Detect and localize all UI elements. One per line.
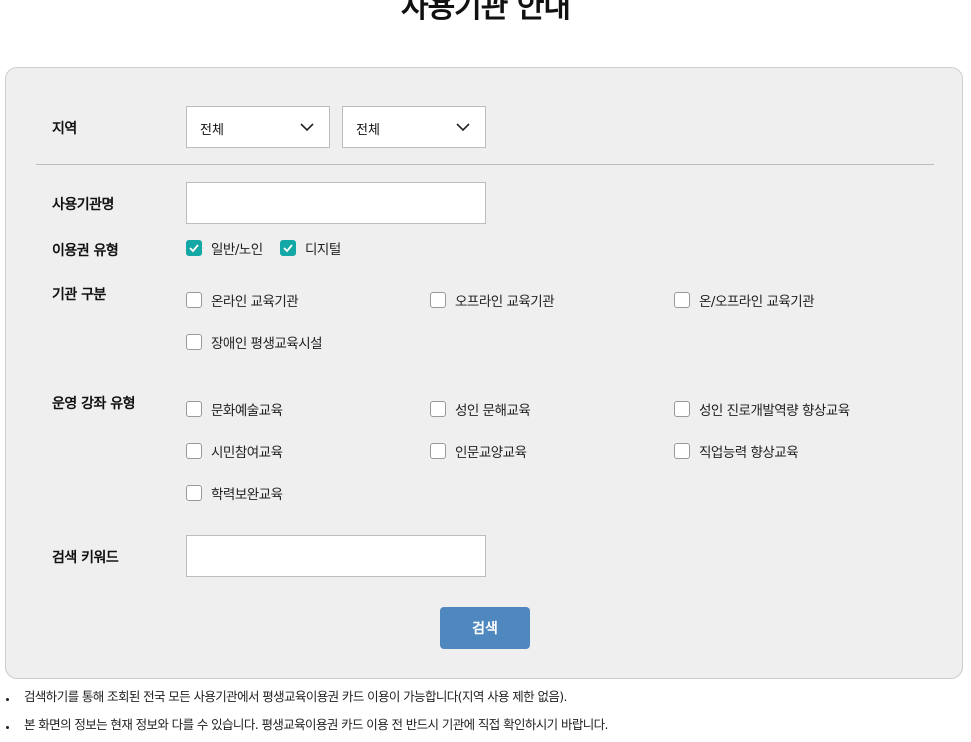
notice-list: 검색하기를 통해 조회된 전국 모든 사용기관에서 평생교육이용권 카드 이용이… bbox=[6, 686, 966, 742]
keyword-input[interactable] bbox=[186, 535, 486, 577]
checkbox-label: 디지털 bbox=[305, 242, 341, 258]
bullet-icon bbox=[6, 698, 9, 701]
checkbox-box[interactable] bbox=[674, 443, 690, 459]
checkbox-box[interactable] bbox=[430, 443, 446, 459]
notice-item: 본 화면의 정보는 현재 정보와 다를 수 있습니다. 평생교육이용권 카드 이… bbox=[6, 714, 966, 742]
region-select-city[interactable]: 전체 bbox=[342, 106, 486, 148]
checkbox-label: 성인 문해교육 bbox=[455, 403, 531, 419]
checkbox-box[interactable] bbox=[186, 401, 202, 417]
checkbox-offline-institution[interactable]: 오프라인 교육기관 bbox=[430, 290, 555, 310]
checkbox-label: 시민참여교육 bbox=[211, 445, 283, 461]
checkbox-vocational[interactable]: 직업능력 향상교육 bbox=[674, 441, 799, 461]
checkbox-general-senior[interactable]: 일반/노인 bbox=[186, 238, 263, 258]
institution-name-label: 사용기관명 bbox=[52, 197, 114, 213]
chevron-down-icon bbox=[456, 123, 470, 132]
checkbox-box[interactable] bbox=[186, 443, 202, 459]
checkbox-disabled-lifelong-facility[interactable]: 장애인 평생교육시설 bbox=[186, 332, 323, 352]
checkbox-label: 온라인 교육기관 bbox=[211, 294, 299, 310]
checkbox-adult-literacy[interactable]: 성인 문해교육 bbox=[430, 399, 531, 419]
checkbox-box[interactable] bbox=[186, 240, 202, 256]
notice-text: 검색하기를 통해 조회된 전국 모든 사용기관에서 평생교육이용권 카드 이용이… bbox=[24, 689, 568, 704]
search-filter-panel: 지역 전체 전체 사용기관명 이용권 유형 일반/노인 디지털 기관 구분 온라… bbox=[5, 67, 963, 679]
voucher-type-label: 이용권 유형 bbox=[52, 243, 119, 259]
checkbox-label: 문화예술교육 bbox=[211, 403, 283, 419]
check-icon bbox=[189, 244, 199, 253]
keyword-label: 검색 키워드 bbox=[52, 550, 119, 566]
checkbox-label: 직업능력 향상교육 bbox=[699, 445, 799, 461]
checkbox-adult-career[interactable]: 성인 진로개발역량 향상교육 bbox=[674, 399, 850, 419]
checkbox-box[interactable] bbox=[430, 401, 446, 417]
region-select-province-value: 전체 bbox=[200, 123, 224, 138]
chevron-down-icon bbox=[300, 123, 314, 132]
checkbox-box[interactable] bbox=[674, 401, 690, 417]
checkbox-label: 인문교양교육 bbox=[455, 445, 527, 461]
checkbox-label: 장애인 평생교육시설 bbox=[211, 336, 323, 352]
checkbox-culture-arts[interactable]: 문화예술교육 bbox=[186, 399, 283, 419]
checkbox-label: 학력보완교육 bbox=[211, 487, 283, 503]
checkbox-on-offline-institution[interactable]: 온/오프라인 교육기관 bbox=[674, 290, 815, 310]
region-select-province[interactable]: 전체 bbox=[186, 106, 330, 148]
institution-name-input[interactable] bbox=[186, 182, 486, 224]
bullet-icon bbox=[6, 726, 9, 729]
checkbox-digital[interactable]: 디지털 bbox=[280, 238, 341, 258]
checkbox-label: 일반/노인 bbox=[211, 242, 263, 258]
checkbox-label: 오프라인 교육기관 bbox=[455, 294, 555, 310]
region-label: 지역 bbox=[52, 121, 77, 137]
divider bbox=[36, 164, 934, 165]
checkbox-box[interactable] bbox=[674, 292, 690, 308]
checkbox-box[interactable] bbox=[186, 485, 202, 501]
checkbox-label: 성인 진로개발역량 향상교육 bbox=[699, 403, 850, 419]
checkbox-humanities[interactable]: 인문교양교육 bbox=[430, 441, 527, 461]
institution-category-label: 기관 구분 bbox=[52, 287, 106, 303]
checkbox-academic-supplement[interactable]: 학력보완교육 bbox=[186, 483, 283, 503]
page-title: 사용기관 안내 bbox=[400, 0, 571, 25]
checkbox-civic-participation[interactable]: 시민참여교육 bbox=[186, 441, 283, 461]
check-icon bbox=[283, 244, 293, 253]
region-select-city-value: 전체 bbox=[356, 123, 380, 138]
notice-text: 본 화면의 정보는 현재 정보와 다를 수 있습니다. 평생교육이용권 카드 이… bbox=[24, 717, 609, 732]
checkbox-box[interactable] bbox=[430, 292, 446, 308]
course-type-label: 운영 강좌 유형 bbox=[52, 396, 136, 412]
notice-item: 검색하기를 통해 조회된 전국 모든 사용기관에서 평생교육이용권 카드 이용이… bbox=[6, 686, 966, 714]
checkbox-label: 온/오프라인 교육기관 bbox=[699, 294, 815, 310]
checkbox-online-institution[interactable]: 온라인 교육기관 bbox=[186, 290, 299, 310]
checkbox-box[interactable] bbox=[186, 292, 202, 308]
search-button[interactable]: 검색 bbox=[440, 607, 530, 649]
checkbox-box[interactable] bbox=[186, 334, 202, 350]
checkbox-box[interactable] bbox=[280, 240, 296, 256]
